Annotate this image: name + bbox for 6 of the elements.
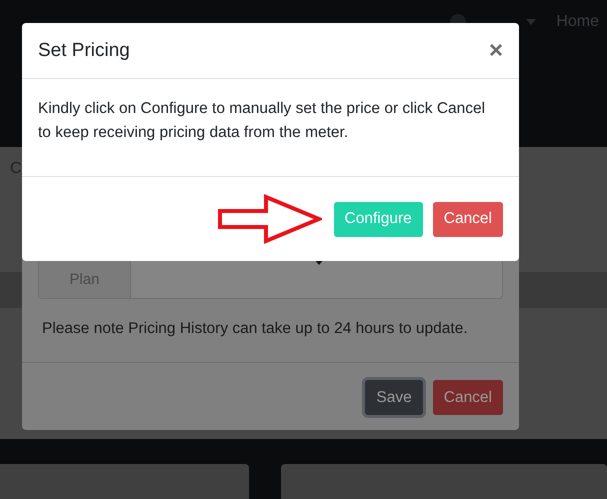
save-button[interactable]: Save xyxy=(365,380,423,415)
close-button[interactable]: × xyxy=(488,38,503,63)
dialog-title: Set Pricing xyxy=(38,40,130,62)
cancel-button[interactable]: Cancel xyxy=(432,380,503,415)
dialog-message: Kindly click on Configure to manually set the price or click Cancel to keep receiving pricing data from the meter. xyxy=(38,99,486,144)
note-text: Please note Pricing History can take up to 24 hours to update. xyxy=(42,320,468,338)
